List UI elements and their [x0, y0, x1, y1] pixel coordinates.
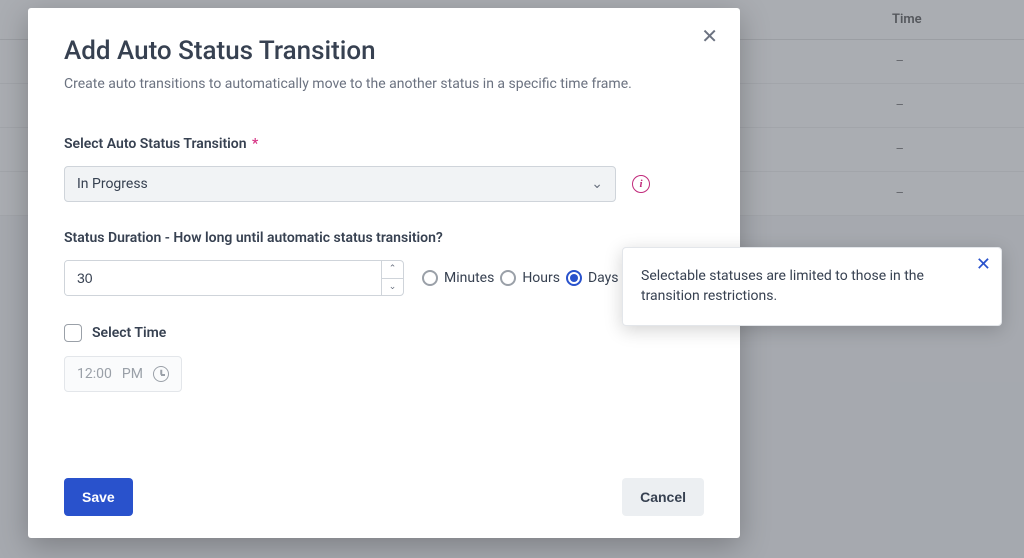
duration-input[interactable] [65, 261, 381, 295]
status-select-value: In Progress [77, 176, 148, 192]
duration-input-wrap: ⌃ ⌄ [64, 260, 404, 296]
stepper-down-icon[interactable]: ⌄ [382, 279, 403, 296]
number-stepper: ⌃ ⌄ [381, 261, 403, 295]
info-icon[interactable]: i [632, 175, 650, 193]
time-value: 12:00 [77, 366, 112, 382]
info-popover: ✕ Selectable statuses are limited to tho… [622, 247, 1002, 326]
popover-text: Selectable statuses are limited to those… [641, 268, 924, 304]
cancel-button[interactable]: Cancel [622, 478, 704, 516]
close-icon[interactable]: ✕ [701, 26, 718, 46]
select-time-label: Select Time [92, 325, 166, 341]
duration-label: Status Duration - How long until automat… [64, 230, 704, 246]
save-button[interactable]: Save [64, 478, 133, 516]
status-select-label: Select Auto Status Transition * [64, 136, 704, 152]
time-input: 12:00 PM [64, 356, 182, 392]
status-select-input[interactable]: In Progress ⌄ [64, 166, 616, 202]
radio-days[interactable]: Days [566, 270, 619, 286]
clock-icon [153, 366, 169, 382]
radio-hours[interactable]: Hours [500, 270, 560, 286]
select-time-checkbox[interactable] [64, 324, 82, 342]
popover-close-icon[interactable]: ✕ [976, 256, 991, 274]
modal-subtitle: Create auto transitions to automatically… [64, 76, 704, 92]
chevron-down-icon: ⌄ [591, 176, 603, 192]
time-period: PM [122, 366, 143, 382]
required-indicator: * [252, 136, 258, 152]
stepper-up-icon[interactable]: ⌃ [382, 261, 403, 279]
modal-title: Add Auto Status Transition [64, 36, 704, 66]
radio-minutes[interactable]: Minutes [422, 270, 494, 286]
